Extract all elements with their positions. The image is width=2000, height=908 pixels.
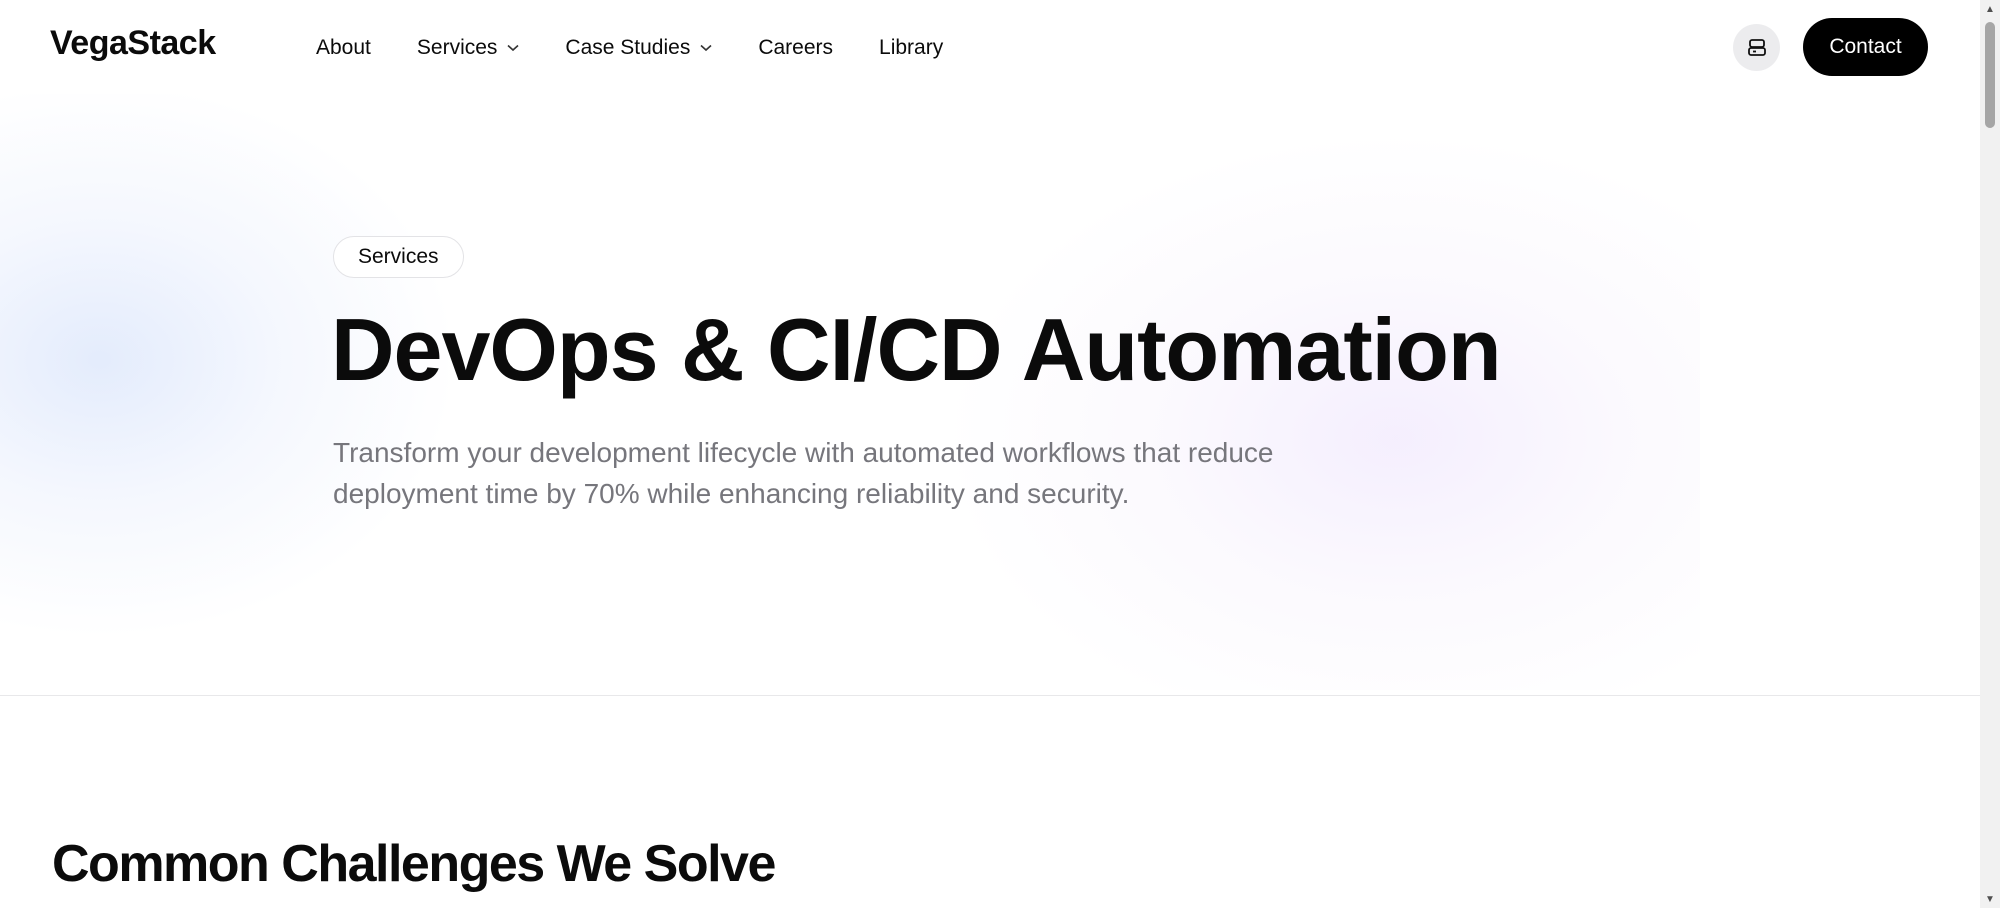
chevron-down-icon bbox=[700, 44, 712, 52]
scroll-down-arrow-icon[interactable]: ▼ bbox=[1980, 890, 2000, 908]
printer-icon bbox=[1747, 38, 1766, 56]
background-glow-right bbox=[940, 130, 1700, 690]
main-nav: About Services Case Studies Careers Libr… bbox=[316, 30, 989, 66]
nav-item-label: Services bbox=[416, 36, 498, 59]
page: VegaStack About Services Case Studies Ca… bbox=[0, 0, 1980, 908]
printer-button[interactable] bbox=[1733, 24, 1780, 71]
nav-item-services[interactable]: Services bbox=[417, 30, 520, 66]
nav-item-label: About bbox=[316, 36, 371, 59]
section-title: Common Challenges We Solve bbox=[52, 835, 776, 893]
vertical-scrollbar[interactable]: ▲ ▼ bbox=[1980, 0, 2000, 908]
chevron-down-icon bbox=[507, 44, 519, 52]
nav-item-careers[interactable]: Careers bbox=[758, 30, 833, 66]
divider bbox=[0, 695, 1980, 696]
section-badge: Services bbox=[333, 236, 464, 278]
scrollbar-thumb[interactable] bbox=[1985, 22, 1995, 128]
nav-item-label: Careers bbox=[758, 36, 834, 59]
site-header: VegaStack About Services Case Studies Ca… bbox=[0, 0, 1980, 94]
nav-item-label: Case Studies bbox=[565, 36, 691, 59]
nav-item-about[interactable]: About bbox=[316, 30, 371, 66]
scroll-up-arrow-icon[interactable]: ▲ bbox=[1980, 0, 2000, 18]
nav-item-library[interactable]: Library bbox=[879, 30, 943, 66]
nav-item-label: Library bbox=[879, 36, 944, 59]
hero-subtitle: Transform your development lifecycle wit… bbox=[333, 437, 1274, 509]
page-title: DevOps & CI/CD Automation bbox=[331, 300, 1502, 399]
nav-item-case-studies[interactable]: Case Studies bbox=[565, 30, 712, 66]
logo[interactable]: VegaStack bbox=[50, 24, 216, 63]
contact-button[interactable]: Contact bbox=[1803, 18, 1928, 76]
